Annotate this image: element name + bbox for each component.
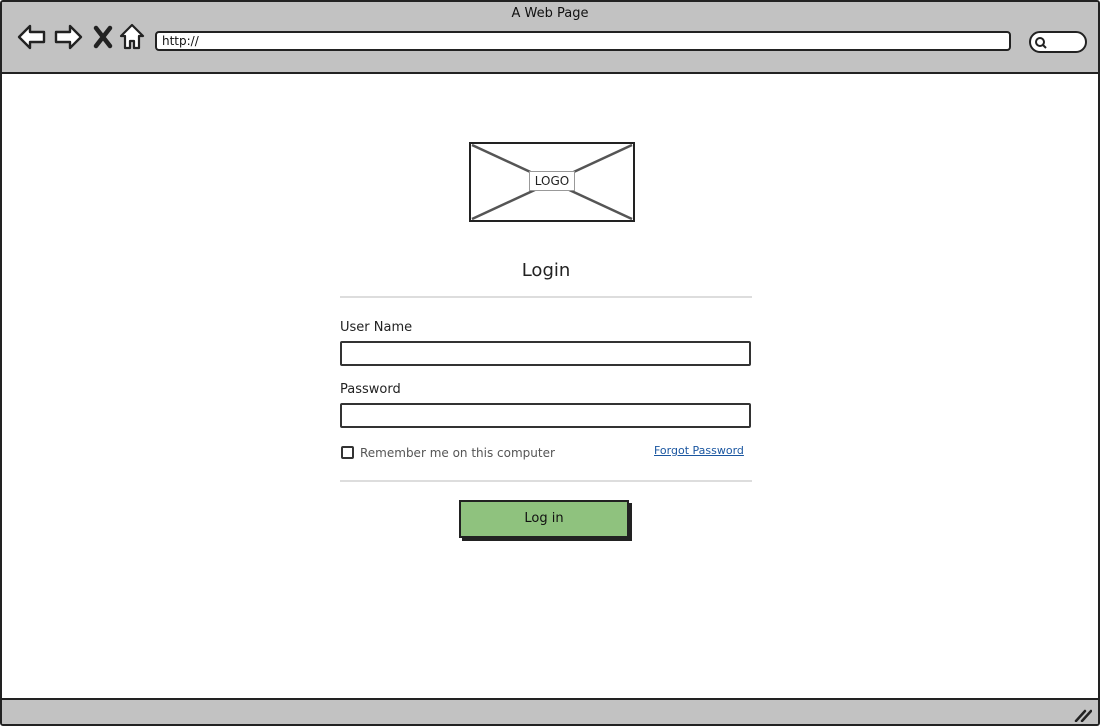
username-label: User Name [340, 320, 413, 335]
resize-handle-icon[interactable] [1074, 708, 1092, 722]
browser-window: A Web Page http:// LOGO Login User Name … [0, 0, 1100, 726]
page-title: Login [521, 260, 571, 281]
browser-toolbar: A Web Page http:// [2, 2, 1098, 74]
search-box[interactable] [1029, 31, 1087, 53]
forgot-password-link[interactable]: Forgot Password [654, 444, 744, 457]
remember-me-checkbox[interactable] [341, 446, 354, 459]
username-input[interactable] [340, 341, 751, 366]
address-bar[interactable]: http:// [155, 31, 1011, 51]
divider [340, 296, 752, 298]
logo-label: LOGO [529, 171, 575, 191]
remember-me-label: Remember me on this computer [360, 446, 555, 460]
password-label: Password [340, 382, 401, 397]
login-button[interactable]: Log in [459, 500, 629, 538]
back-arrow-icon[interactable] [16, 21, 48, 53]
password-input[interactable] [340, 403, 751, 428]
window-title: A Web Page [511, 6, 589, 21]
divider [340, 480, 752, 482]
forward-arrow-icon[interactable] [52, 21, 84, 53]
status-bar [2, 698, 1098, 724]
home-icon[interactable] [116, 21, 148, 53]
search-icon [1035, 37, 1047, 49]
